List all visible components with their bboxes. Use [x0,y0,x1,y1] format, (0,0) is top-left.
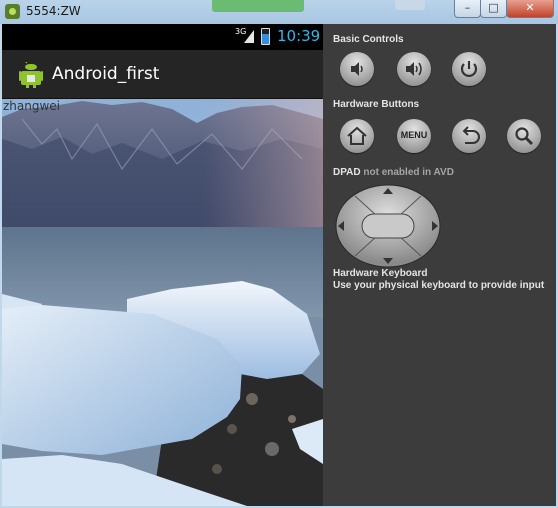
maximize-button[interactable]: □ [480,0,507,18]
power-button[interactable] [452,52,486,86]
emulator-control-panel: Basic Controls Hardware Buttons MENU DPA… [323,24,556,506]
volume-up-icon [406,62,422,76]
app-content[interactable]: zhangwei [2,99,323,506]
android-logo-icon [19,62,43,88]
window-title: 5554:ZW [26,4,81,18]
menu-button-label: MENU [400,130,428,140]
back-icon [462,126,480,144]
home-icon [347,126,367,145]
home-button[interactable] [340,119,374,153]
dpad-label: DPAD [333,167,361,178]
close-button[interactable]: ✕ [506,0,554,18]
volume-down-button[interactable] [340,52,374,86]
dpad-note: not enabled in AVD [363,167,454,178]
search-button[interactable] [507,119,541,153]
action-bar: Android_first [2,50,323,99]
dpad-center-button [361,213,415,239]
dpad-control[interactable] [335,184,441,268]
back-button[interactable] [452,119,486,153]
hardware-buttons-heading: Hardware Buttons [333,99,420,110]
background-window-tab [212,0,304,12]
hardware-keyboard-info: Hardware Keyboard Use your physical keyb… [333,268,544,292]
device-screen[interactable]: 3G 10:39 Android_first zhangwei [2,24,323,506]
battery-icon [261,28,270,45]
background-image [2,99,323,506]
signal-icon [244,30,254,43]
status-clock: 10:39 [277,27,321,45]
volume-up-button[interactable] [397,52,431,86]
app-title: Android_first [52,64,160,84]
status-bar: 3G 10:39 [2,24,323,50]
window-title-bar[interactable]: 5554:ZW – □ ✕ [0,0,558,24]
basic-controls-heading: Basic Controls [333,34,404,45]
minimize-button[interactable]: – [454,0,481,18]
hardware-keyboard-heading: Hardware Keyboard [333,268,428,279]
text-label: zhangwei [3,99,61,113]
hardware-keyboard-note: Use your physical keyboard to provide in… [333,280,545,291]
search-icon [515,127,534,146]
power-icon [460,61,478,77]
emulator-app-icon [5,4,20,19]
background-window-tab-2 [395,0,425,10]
menu-button[interactable]: MENU [397,119,431,153]
volume-down-icon [351,62,363,76]
dpad-heading: DPAD not enabled in AVD [333,167,454,178]
